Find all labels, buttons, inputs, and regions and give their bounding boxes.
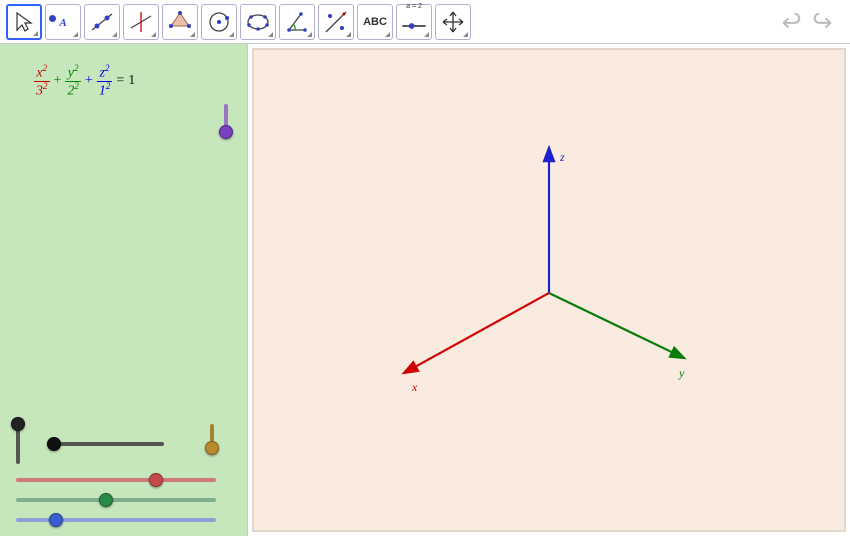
slider-v1[interactable] <box>16 424 20 464</box>
undo-redo-group <box>776 7 844 37</box>
point-tool[interactable]: A <box>45 4 81 40</box>
perpendicular-tool[interactable] <box>123 4 159 40</box>
slider-tool[interactable]: a = 2 <box>396 4 432 40</box>
slider-blue[interactable] <box>16 518 216 522</box>
slider-green[interactable] <box>16 498 216 502</box>
reflect-tool[interactable] <box>318 4 354 40</box>
point-label: A <box>59 17 66 29</box>
circle-center-tool[interactable] <box>201 4 237 40</box>
x-label: x <box>412 380 417 395</box>
axes-3d <box>254 50 844 530</box>
y-label: y <box>679 366 684 381</box>
x-axis <box>405 293 549 372</box>
slider-h1[interactable] <box>54 442 164 446</box>
redo-button[interactable] <box>808 7 838 37</box>
main-area: x2 32 + y2 22 + z2 12 = 1 <box>0 44 850 536</box>
text-tool-label: ABC <box>363 16 387 28</box>
equals: = <box>116 73 124 89</box>
plus-2: + <box>85 73 93 89</box>
line-tool[interactable] <box>84 4 120 40</box>
z-label: z <box>560 150 565 165</box>
slider-brown[interactable] <box>210 424 214 448</box>
text-tool[interactable]: ABC <box>357 4 393 40</box>
polygon-tool[interactable] <box>162 4 198 40</box>
rhs: 1 <box>128 73 135 89</box>
slider-purple[interactable] <box>224 104 228 132</box>
y-axis <box>549 293 683 357</box>
toolbar: A ABC a = 2 <box>0 0 850 44</box>
term-z: z2 12 <box>97 64 113 98</box>
slider-tool-label: a = 2 <box>406 3 422 10</box>
slider-red[interactable] <box>16 478 216 482</box>
term-y: y2 22 <box>65 64 81 98</box>
undo-button[interactable] <box>776 7 806 37</box>
conic-tool[interactable] <box>240 4 276 40</box>
move-tool[interactable] <box>6 4 42 40</box>
term-x: x2 32 <box>34 64 50 98</box>
ellipsoid-equation: x2 32 + y2 22 + z2 12 = 1 <box>34 64 135 98</box>
graphics3d-view[interactable]: z x y <box>252 48 846 532</box>
angle-tool[interactable] <box>279 4 315 40</box>
algebra-view[interactable]: x2 32 + y2 22 + z2 12 = 1 <box>0 44 248 536</box>
plus-1: + <box>54 73 62 89</box>
move-view-tool[interactable] <box>435 4 471 40</box>
